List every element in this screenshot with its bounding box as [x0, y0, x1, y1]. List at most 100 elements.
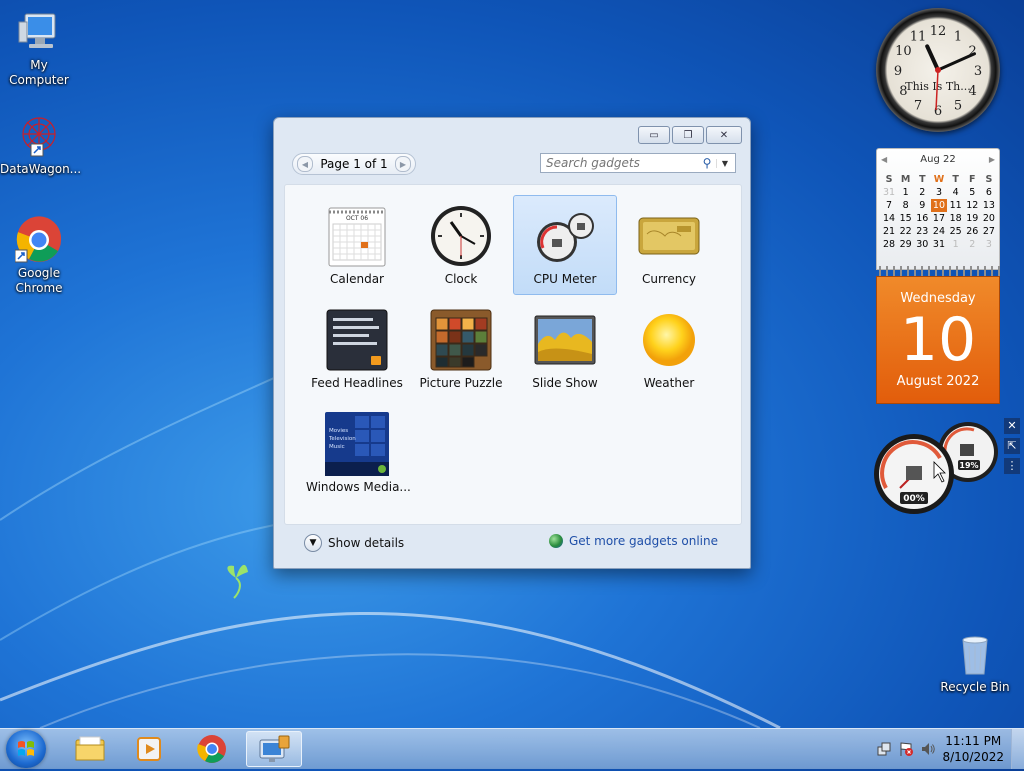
chrome-shortcut-icon: [14, 216, 63, 264]
chevron-down-icon: ▼: [304, 534, 322, 552]
action-center-flag-icon[interactable]: [898, 741, 914, 757]
desktop-icon-datawagon[interactable]: DataWagon...: [0, 112, 81, 177]
get-more-gadgets-link[interactable]: Get more gadgets online: [548, 534, 718, 548]
calendar-day-cell[interactable]: 13: [981, 199, 997, 212]
clock-gadget[interactable]: 12 1 2 3 4 5 6 7 8 9 10 11 This Is Th...: [876, 8, 1000, 132]
gadget-feed-headlines[interactable]: Feed Headlines: [305, 299, 409, 399]
calendar-day-cell[interactable]: 25: [948, 225, 964, 238]
calendar-day-cell[interactable]: 23: [914, 225, 930, 238]
gadget-clock[interactable]: Clock: [409, 195, 513, 295]
calendar-weekday-header: M: [900, 174, 911, 185]
gadget-close-button[interactable]: ✕: [1004, 418, 1020, 434]
network-icon[interactable]: [876, 741, 892, 757]
gadget-gallery-window[interactable]: ▭ ❐ ✕ ◀ Page 1 of 1 ▶ ⚲ ▼ OCT 06: [273, 117, 751, 569]
taskbar-chrome[interactable]: [184, 731, 240, 767]
taskbar-file-explorer[interactable]: [62, 731, 118, 767]
calendar-day-cell[interactable]: 27: [981, 225, 997, 238]
calendar-day-cell[interactable]: 22: [898, 225, 914, 238]
calendar-day-cell[interactable]: 17: [931, 212, 947, 225]
calendar-day-cell[interactable]: 29: [898, 238, 914, 251]
calendar-day-cell[interactable]: 7: [881, 199, 897, 212]
search-input[interactable]: [541, 155, 698, 171]
media-player-icon: [137, 737, 161, 761]
taskbar-gadgets[interactable]: [246, 731, 302, 767]
cpu-icon: [906, 466, 922, 480]
next-page-button[interactable]: ▶: [395, 156, 411, 172]
calendar-gadget[interactable]: ◀ Aug 22 ▶ S M T W T F S 31 1 2 3 4 5 6 7 8 9 10 11 12 13 14 1…: [876, 148, 1000, 404]
calendar-day-cell[interactable]: 6: [981, 186, 997, 199]
gadget-label: Feed Headlines: [311, 376, 403, 390]
start-button[interactable]: [6, 730, 46, 768]
previous-page-button[interactable]: ◀: [297, 156, 313, 172]
calendar-day-cell[interactable]: 31: [931, 238, 947, 251]
search-box: ⚲ ▼: [540, 153, 736, 173]
chevron-down-icon[interactable]: ▼: [716, 158, 733, 168]
clock-numeral: 1: [954, 29, 962, 44]
calendar-grid: S M T W T F S 31 1 2 3 4 5 6 7 8 9 10 11 12 13 14 15 16 17 18 19 20…: [881, 173, 997, 251]
calendar-next-arrow[interactable]: ▶: [989, 155, 995, 164]
calendar-day-cell[interactable]: 24: [931, 225, 947, 238]
gadget-options-button[interactable]: ⇱: [1004, 438, 1020, 454]
taskbar-media-player[interactable]: [122, 731, 178, 767]
gadget-currency[interactable]: Currency: [617, 195, 721, 295]
cpu-meter-gadget[interactable]: 19% 00%: [874, 418, 1024, 518]
gadget-cpu-meter[interactable]: CPU Meter: [513, 195, 617, 295]
calendar-weekday: Wednesday: [900, 291, 976, 306]
calendar-thumb-month: OCT 06: [346, 215, 368, 222]
close-button[interactable]: ✕: [706, 126, 742, 144]
calendar-month-label: Aug 22: [920, 154, 956, 165]
gadget-picture-puzzle[interactable]: Picture Puzzle: [409, 299, 513, 399]
gadget-list: OCT 06 Calendar Clock CPU Meter Currency…: [284, 184, 742, 525]
desktop-icon-google-chrome[interactable]: Google Chrome: [0, 216, 78, 296]
calendar-day-cell[interactable]: 2: [914, 186, 930, 199]
globe-icon: [548, 534, 563, 548]
volume-icon[interactable]: [920, 741, 936, 757]
calendar-day-cell[interactable]: 16: [914, 212, 930, 225]
cpu-meter-gadget-icon: [533, 204, 597, 268]
calendar-day-cell[interactable]: 15: [898, 212, 914, 225]
calendar-day-cell[interactable]: 31: [881, 186, 897, 199]
slide-show-gadget-icon: [533, 308, 597, 372]
calendar-weekday-header: S: [985, 174, 993, 185]
calendar-day-cell[interactable]: 21: [881, 225, 897, 238]
calendar-day-cell[interactable]: 8: [898, 199, 914, 212]
desktop-icon-recycle-bin[interactable]: Recycle Bin: [936, 630, 1014, 695]
calendar-day-cell[interactable]: 2: [964, 238, 980, 251]
desktop-icon-my-computer[interactable]: My Computer: [0, 8, 78, 88]
gadget-label: Calendar: [330, 272, 384, 286]
search-icon[interactable]: ⚲: [698, 156, 716, 170]
calendar-day-cell[interactable]: 20: [981, 212, 997, 225]
calendar-gadget-icon: OCT 06: [325, 204, 389, 268]
calendar-day-cell[interactable]: 12: [964, 199, 980, 212]
calendar-week-row: 31 1 2 3 4 5 6: [881, 186, 997, 199]
calendar-day-cell[interactable]: 11: [948, 199, 964, 212]
gadget-windows-media-center[interactable]: Movies Television Music Windows Media...: [305, 403, 411, 503]
calendar-day-cell[interactable]: 10: [930, 199, 947, 212]
taskbar-clock[interactable]: 11:11 PM 8/10/2022: [942, 733, 1004, 765]
calendar-day-cell[interactable]: 5: [964, 186, 980, 199]
restore-button[interactable]: ❐: [672, 126, 704, 144]
gadget-weather[interactable]: Weather: [617, 299, 721, 399]
calendar-day-cell[interactable]: 18: [948, 212, 964, 225]
minimize-button[interactable]: ▭: [638, 126, 670, 144]
calendar-day-cell[interactable]: 3: [981, 238, 997, 251]
calendar-day-cell[interactable]: 1: [948, 238, 964, 251]
calendar-weekday-row: SMTWTFS: [881, 173, 997, 186]
calendar-day-cell[interactable]: 3: [931, 186, 947, 199]
calendar-day-cell[interactable]: 19: [964, 212, 980, 225]
calendar-day-cell[interactable]: 30: [914, 238, 930, 251]
windows-media-center-gadget-icon: Movies Television Music: [325, 412, 389, 476]
clock-numeral: 9: [894, 64, 902, 79]
show-desktop-button[interactable]: [1011, 729, 1024, 769]
gadget-calendar[interactable]: OCT 06 Calendar: [305, 195, 409, 295]
calendar-day-cell[interactable]: 26: [964, 225, 980, 238]
cpu-percent: 00%: [903, 494, 925, 504]
calendar-day-cell[interactable]: 1: [898, 186, 914, 199]
calendar-day-cell[interactable]: 4: [948, 186, 964, 199]
calendar-day-cell[interactable]: 9: [914, 199, 930, 212]
gadget-slide-show[interactable]: Slide Show: [513, 299, 617, 399]
calendar-day-cell[interactable]: 28: [881, 238, 897, 251]
gadget-drag-handle[interactable]: ⋮: [1004, 458, 1020, 474]
calendar-day-cell[interactable]: 14: [881, 212, 897, 225]
show-details-toggle[interactable]: ▼ Show details: [304, 534, 404, 552]
